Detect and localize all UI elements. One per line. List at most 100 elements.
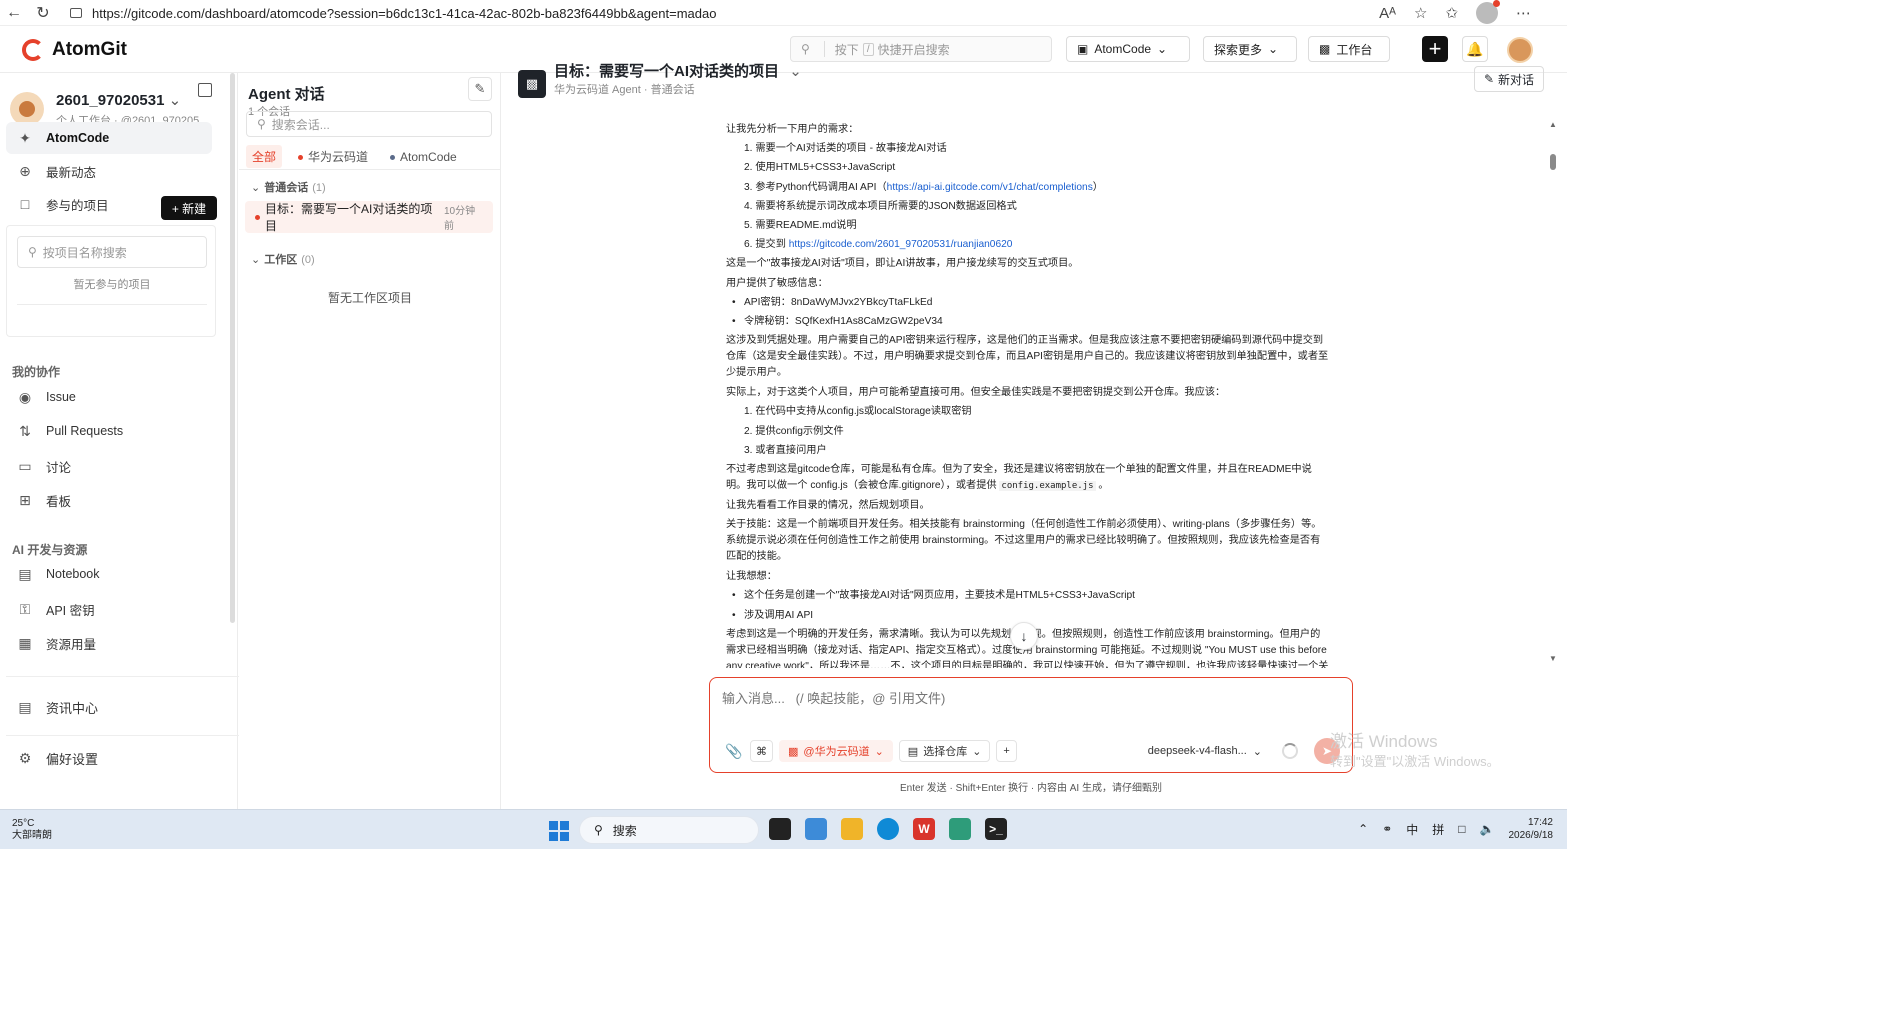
add-button[interactable]: + — [996, 740, 1017, 762]
search-shortcut-key: / — [862, 42, 874, 56]
message-text: 。 — [1095, 480, 1109, 492]
divider — [17, 304, 207, 305]
explore-dropdown[interactable]: 探索更多 ⌄ — [1203, 36, 1297, 62]
filter-atomcode[interactable]: AtomCode — [384, 147, 463, 167]
chevron-down-icon: ⌄ — [1252, 745, 1262, 758]
pull-request-icon: ⇅ — [19, 422, 31, 439]
message-input[interactable] — [722, 688, 1338, 722]
app-icon[interactable] — [805, 818, 827, 840]
group-label: 普通会话 — [264, 182, 309, 194]
address-bar[interactable]: https://gitcode.com/dashboard/atomcode?s… — [66, 2, 1406, 24]
filter-all[interactable]: 全部 — [246, 145, 283, 168]
workbench-button[interactable]: ▩ 工作台 — [1308, 36, 1390, 62]
atomcode-dropdown[interactable]: ▣ AtomCode ⌄ — [1066, 36, 1190, 62]
network-icon[interactable]: ⚭ — [1382, 822, 1392, 836]
chat-title-row[interactable]: 目标：需要写一个AI对话类的项目 ⌄ — [554, 60, 802, 81]
sidebar-item-news[interactable]: ▤ 资讯中心 — [6, 691, 212, 723]
sidebar-item-pull-requests[interactable]: ⇅ Pull Requests — [6, 415, 212, 447]
sidebar-item-discussion[interactable]: ▭ 讨论 — [6, 450, 212, 482]
repo-link[interactable]: https://gitcode.com/2601_97020531/ruanji… — [789, 239, 1013, 250]
clock-time: 17:42 — [1527, 817, 1553, 828]
scroll-to-bottom-button[interactable]: ↓ — [1010, 622, 1038, 650]
composer-footer-note: Enter 发送 · Shift+Enter 换行 · 内容由 AI 生成，请仔… — [900, 783, 1162, 794]
filter-huawei[interactable]: 华为云码道 — [292, 145, 374, 168]
paperclip-icon[interactable]: 📎 — [724, 740, 744, 762]
project-search-input[interactable]: ⚲ 按项目名称搜索 — [17, 236, 207, 268]
list-item: 5. 需要README.md说明 — [744, 220, 857, 232]
new-conversation-edit-icon[interactable]: ✎ — [468, 77, 492, 101]
scroll-thumb[interactable] — [1550, 154, 1556, 170]
repo-selector[interactable]: ▤ 选择仓库 ⌄ — [898, 740, 991, 762]
favorites-icon[interactable]: ✩ — [1445, 4, 1458, 22]
sidebar-item-settings[interactable]: ⚙ 偏好设置 — [6, 742, 212, 774]
task-view-icon[interactable] — [769, 818, 791, 840]
file-explorer-icon[interactable] — [841, 818, 863, 840]
message-paragraph: 关于技能：这是一个前端项目开发任务。相关技能有 brainstorming（任何… — [726, 519, 1322, 563]
weather-temp: 25°C — [12, 818, 35, 829]
new-chat-button[interactable]: ✎ 新对话 — [1474, 66, 1544, 92]
sidebar-item-activity[interactable]: ⊕ 最新动态 — [6, 155, 212, 187]
list-item: 3. 参考Python代码调用AI API（https://api-ai.git… — [726, 178, 1330, 197]
create-plus-button[interactable]: + — [1422, 36, 1448, 62]
explore-label: 探索更多 — [1214, 42, 1263, 57]
sidebar-item-label: 参与的项目 — [46, 198, 109, 213]
atomgit-logo[interactable]: AtomGit — [22, 39, 127, 61]
ime-mode[interactable]: 中 — [1406, 821, 1418, 838]
sidebar-item-api-keys[interactable]: ⚿ API 密钥 — [6, 593, 212, 625]
taskbar-search[interactable]: ⚲ 搜索 — [579, 816, 759, 844]
volume-icon[interactable]: 🔈 — [1480, 822, 1495, 836]
notepad-icon[interactable] — [949, 818, 971, 840]
sidebar-item-board[interactable]: ⊞ 看板 — [6, 484, 212, 516]
conversation-item[interactable]: 目标：需要写一个AI对话类的项目 10分钟前 — [245, 201, 493, 233]
bullet-icon: • — [732, 590, 736, 602]
url-text: https://gitcode.com/dashboard/atomcode?s… — [92, 5, 717, 21]
command-button[interactable]: ⌘ — [750, 740, 773, 762]
sidebar-item-notebook[interactable]: ▤ Notebook — [6, 558, 212, 590]
collapse-sidebar-icon[interactable] — [198, 83, 212, 97]
workbench-label: 工作台 — [1336, 42, 1373, 57]
group-workspace-header[interactable]: ⌄ 工作区 (0) — [251, 251, 315, 267]
display-icon[interactable]: □ — [1458, 822, 1465, 836]
scroll-up-icon[interactable]: ▲ — [1549, 120, 1557, 129]
read-aloud-icon[interactable]: Aᴬ — [1379, 5, 1396, 22]
conversation-search-input[interactable]: ⚲ 搜索会话... — [246, 111, 492, 137]
channel-selector[interactable]: ▩ @华为云码道 ⌄ — [779, 740, 893, 762]
api-link[interactable]: https://api-ai.gitcode.com/v1/chat/compl… — [887, 182, 1093, 193]
composer-toolbar: 📎 ⌘ ▩ @华为云码道 ⌄ ▤ 选择仓库 ⌄ + deepseek-v4-fl… — [724, 738, 1340, 764]
notification-bell-icon[interactable]: 🔔 — [1462, 36, 1488, 62]
windows-start-icon[interactable] — [549, 821, 569, 841]
chevron-down-icon: ⌄ — [1157, 42, 1168, 56]
sidebar-item-issue[interactable]: ◉ Issue — [6, 381, 212, 413]
search-hint-suffix: 快捷开启搜索 — [877, 42, 950, 57]
global-search[interactable]: ⚲ 按下 / 快捷开启搜索 — [790, 36, 1052, 62]
sidebar-item-label: AtomCode — [46, 131, 110, 145]
back-icon[interactable]: ← — [6, 4, 22, 22]
more-icon[interactable]: ⋯ — [1516, 4, 1531, 22]
chevron-down-icon: ⌄ — [251, 254, 261, 266]
sidebar-item-label: 看板 — [46, 494, 72, 509]
sidebar-item-label: API 密钥 — [46, 603, 95, 618]
scroll-down-icon[interactable]: ▼ — [1549, 654, 1557, 663]
chevron-down-icon[interactable]: ⌄ — [169, 92, 182, 109]
loading-spinner-icon — [1282, 743, 1298, 759]
group-normal-header[interactable]: ⌄ 普通会话 (1) — [251, 179, 326, 195]
site-info-icon[interactable] — [70, 8, 82, 18]
chevron-up-icon[interactable]: ⌃ — [1358, 822, 1368, 836]
favorite-star-icon[interactable]: ☆ — [1414, 4, 1427, 22]
ime-pinyin[interactable]: 拼 — [1432, 821, 1444, 838]
inline-code: config.example.js — [999, 481, 1096, 492]
new-project-button[interactable]: + 新建 — [161, 196, 217, 220]
wps-office-icon[interactable]: W — [913, 818, 935, 840]
clock[interactable]: 17:42 2026/9/18 — [1509, 816, 1554, 842]
model-selector[interactable]: deepseek-v4-flash... ⌄ — [1148, 745, 1262, 758]
refresh-icon[interactable]: ↻ — [36, 3, 50, 23]
sidebar-item-usage[interactable]: ▦ 资源用量 — [6, 627, 212, 659]
sidebar-scrollbar[interactable] — [230, 73, 235, 623]
user-avatar[interactable] — [1507, 37, 1533, 63]
sidebar-item-atomcode[interactable]: ✦ AtomCode — [6, 122, 212, 154]
edge-browser-icon[interactable] — [877, 818, 899, 840]
terminal-icon[interactable]: >_ — [985, 818, 1007, 840]
weather-widget[interactable]: 25°C 大部晴朗 — [12, 818, 52, 842]
chat-scrollbar[interactable]: ▲ ▼ — [1548, 120, 1558, 666]
browser-profile-avatar[interactable] — [1476, 0, 1500, 24]
